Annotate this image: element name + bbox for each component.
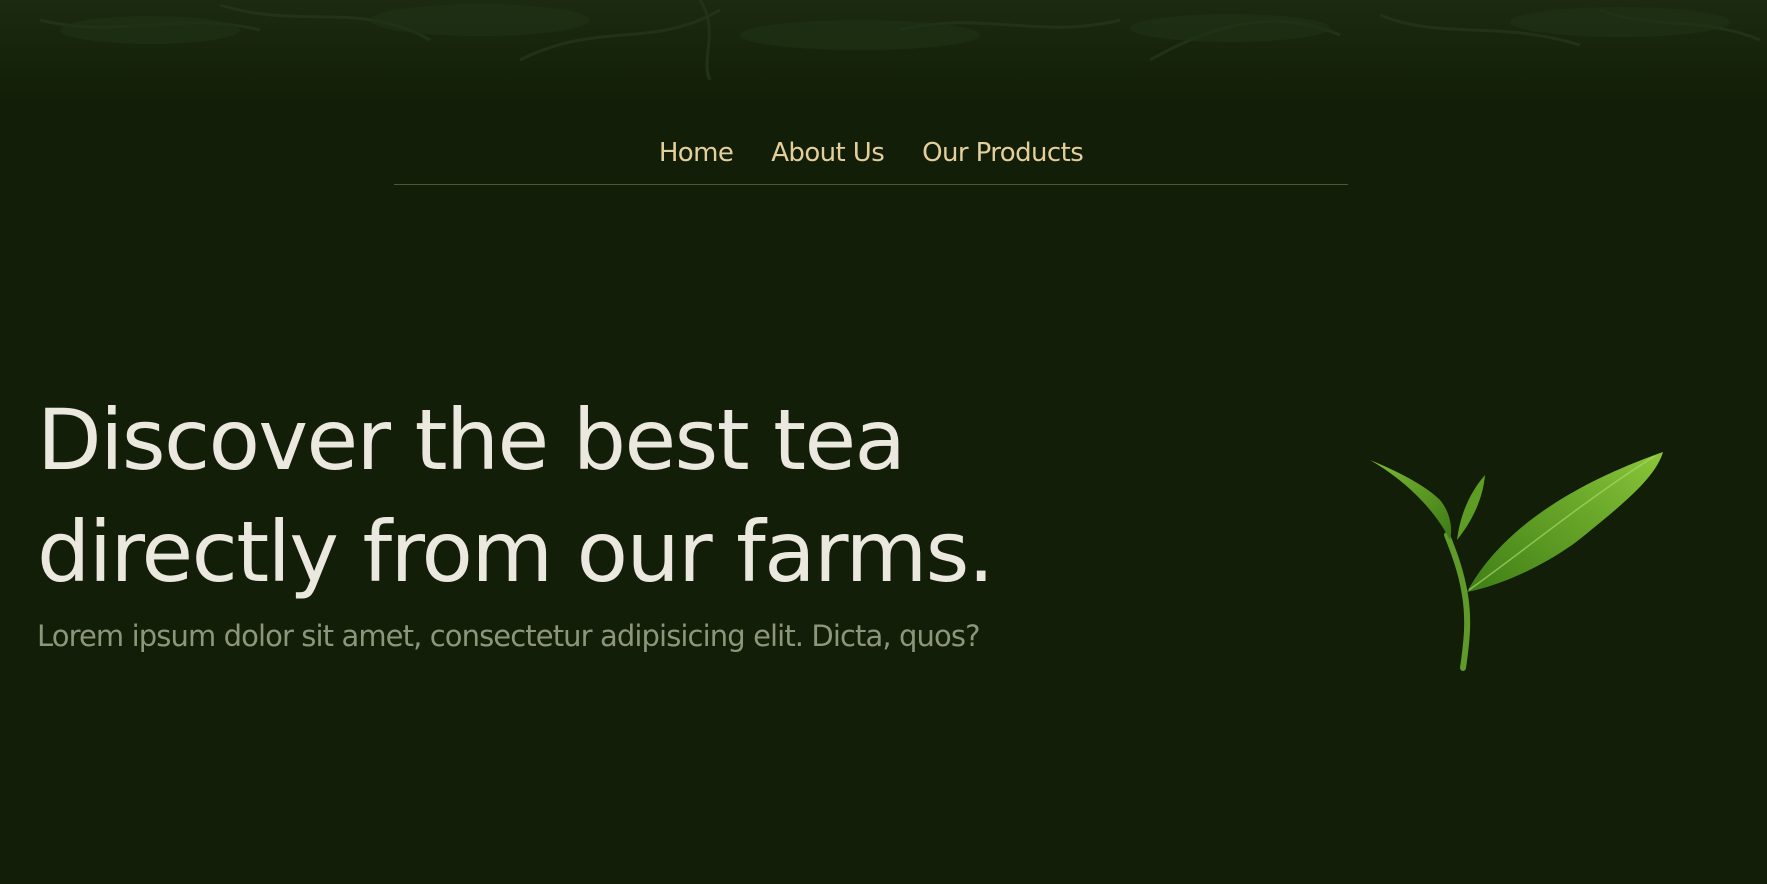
nav-link-our-products[interactable]: Our Products — [922, 130, 1084, 176]
hero-title: Discover the best tea directly from our … — [37, 384, 1187, 608]
hero-title-line-1: Discover the best tea — [37, 391, 906, 489]
hero-title-line-2: directly from our farms. — [37, 503, 995, 601]
main-nav: Home About Us Our Products — [394, 138, 1348, 185]
tea-leaf-icon — [1370, 452, 1663, 671]
foliage-background — [0, 0, 1767, 110]
nav-link-home[interactable]: Home — [659, 130, 734, 176]
hero-subtitle: Lorem ipsum dolor sit amet, consectetur … — [37, 619, 980, 653]
nav-link-about-us[interactable]: About Us — [771, 130, 885, 176]
